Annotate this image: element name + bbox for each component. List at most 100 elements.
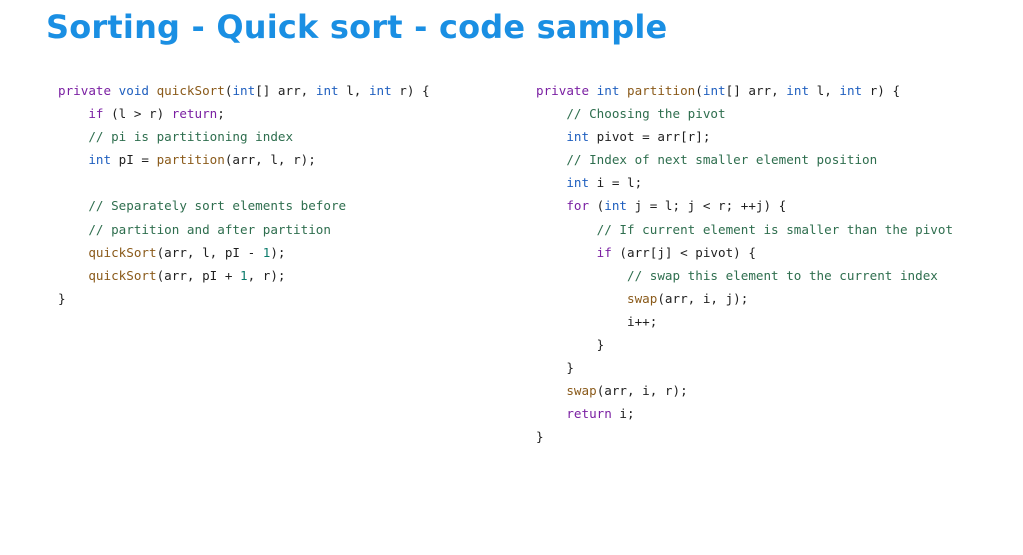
code-token-type: int	[786, 83, 810, 98]
code-token-code-text: }	[536, 360, 574, 376]
code-token-type: int	[368, 83, 392, 98]
partition-code-block: private int partition(int[] arr, int l, …	[536, 79, 953, 449]
code-line: // partition and after partition	[58, 218, 430, 241]
code-token-code-text: }	[536, 429, 544, 445]
code-token-code-text: [] arr,	[255, 83, 316, 98]
code-token-type: int	[604, 198, 628, 214]
code-token-keyword: private	[58, 83, 119, 98]
code-line: quickSort(arr, pI + 1, r);	[58, 264, 430, 287]
code-token-code-text	[536, 222, 597, 237]
code-token-code-text	[536, 406, 566, 421]
code-line: if (l > r) return;	[58, 102, 430, 125]
code-token-code-text	[536, 291, 627, 306]
code-token-code-text: l,	[338, 83, 369, 98]
code-token-comment: // Separately sort elements before	[88, 198, 347, 214]
quicksort-code-block: private void quickSort(int[] arr, int l,…	[58, 79, 430, 310]
code-line: quickSort(arr, l, pI - 1);	[58, 241, 430, 264]
code-line: // Choosing the pivot	[536, 102, 953, 125]
code-token-code-text: (arr, pI +	[156, 267, 240, 283]
code-token-function-name: partition	[156, 152, 225, 168]
code-line: }	[536, 425, 953, 448]
code-token-code-text: }	[58, 290, 66, 306]
code-token-code-text	[536, 152, 566, 167]
code-token-keyword: return	[566, 406, 612, 422]
code-line: private int partition(int[] arr, int l, …	[536, 79, 953, 102]
code-token-code-text: (arr[j] < pivot) {	[611, 244, 756, 260]
code-token-type: int	[88, 152, 112, 168]
code-token-code-text: i;	[611, 406, 635, 422]
code-line: int pivot = arr[r];	[536, 125, 953, 148]
code-line: int i = l;	[536, 171, 953, 194]
code-token-code-text	[58, 198, 88, 213]
code-token-code-text	[536, 106, 566, 121]
code-token-comment: // Index of next smaller element positio…	[566, 152, 878, 168]
code-token-type: int	[232, 83, 256, 98]
code-token-function-name: quickSort	[88, 244, 157, 260]
code-token-keyword: private	[536, 83, 597, 98]
code-token-function-name: swap	[566, 383, 597, 399]
code-line: // swap this element to the current inde…	[536, 264, 953, 287]
code-line: swap(arr, i, j);	[536, 287, 953, 310]
code-token-keyword: if	[88, 106, 104, 122]
code-line: int pI = partition(arr, l, r);	[58, 148, 430, 171]
code-token-comment: // partition and after partition	[88, 221, 331, 237]
code-line: return i;	[536, 402, 953, 425]
code-line: for (int j = l; j < r; ++j) {	[536, 194, 953, 217]
code-line: swap(arr, i, r);	[536, 379, 953, 402]
code-token-function-name: partition	[627, 83, 696, 98]
code-line: if (arr[j] < pivot) {	[536, 241, 953, 264]
code-line: // pi is partitioning index	[58, 125, 430, 148]
code-token-code-text: (arr, l, pI -	[156, 244, 263, 260]
code-token-number-literal: 1	[240, 267, 248, 283]
code-token-function-name: quickSort	[156, 83, 225, 98]
code-token-code-text: }	[536, 337, 605, 353]
code-token-code-text: (	[695, 83, 703, 98]
code-token-code-text: pivot = arr[r];	[589, 129, 711, 145]
code-token-code-text	[58, 129, 88, 144]
code-token-code-text: l,	[809, 83, 840, 98]
code-token-code-text: (	[589, 198, 605, 214]
code-token-function-name: quickSort	[88, 267, 157, 283]
code-token-code-text	[58, 152, 88, 167]
code-token-code-text: [] arr,	[725, 83, 787, 98]
code-token-type: void	[118, 83, 157, 98]
code-token-code-text: i = l;	[589, 175, 643, 191]
code-token-code-text: pI =	[111, 152, 157, 168]
slide-title: Sorting - Quick sort - code sample	[46, 8, 668, 46]
code-token-comment: // pi is partitioning index	[88, 129, 294, 145]
code-line: // Index of next smaller element positio…	[536, 148, 953, 171]
code-token-code-text: j = l; j < r; ++j) {	[627, 198, 787, 214]
code-token-function-name: swap	[627, 290, 658, 306]
code-line: // If current element is smaller than th…	[536, 218, 953, 241]
code-token-code-text: , r);	[247, 267, 286, 283]
code-token-code-text: ;	[217, 106, 225, 122]
code-token-type: int	[566, 129, 590, 145]
code-token-code-text: r) {	[862, 83, 901, 98]
code-token-keyword: return	[171, 106, 218, 122]
code-token-type: int	[702, 83, 726, 98]
code-token-type: int	[839, 83, 863, 98]
code-token-code-text: r) {	[391, 83, 430, 98]
code-token-code-text	[536, 383, 566, 398]
code-line: }	[58, 287, 430, 310]
code-token-code-text: i++;	[536, 313, 658, 329]
code-token-code-text: (arr, l, r);	[224, 152, 316, 168]
code-token-code-text: (l > r)	[103, 106, 172, 122]
code-token-type: int	[596, 83, 628, 98]
code-token-code-text	[58, 106, 88, 121]
code-token-keyword: if	[596, 244, 612, 260]
code-token-comment: // Choosing the pivot	[566, 106, 726, 122]
code-token-comment: // swap this element to the current inde…	[627, 267, 938, 283]
code-line: i++;	[536, 310, 953, 333]
code-token-code-text	[536, 268, 627, 283]
code-token-code-text: );	[270, 244, 286, 260]
code-token-type: int	[315, 83, 339, 98]
code-token-code-text	[58, 268, 88, 283]
code-token-code-text	[536, 198, 566, 213]
code-token-type: int	[566, 175, 590, 191]
code-line: }	[536, 333, 953, 356]
code-line: private void quickSort(int[] arr, int l,…	[58, 79, 430, 102]
code-token-code-text	[536, 129, 566, 144]
code-token-code-text: (arr, i, j);	[657, 290, 749, 306]
